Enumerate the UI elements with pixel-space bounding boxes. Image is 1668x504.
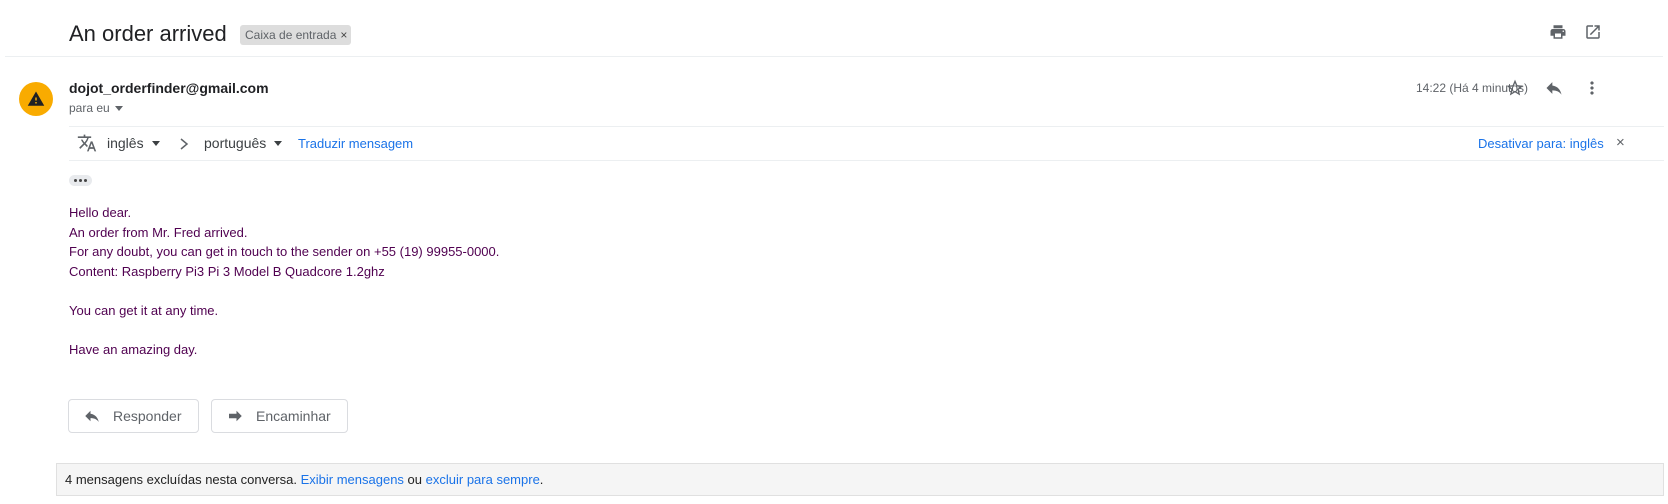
target-language-label: português [204, 135, 267, 151]
body-line: Content: Raspberry Pi3 Pi 3 Model B Quad… [69, 263, 385, 279]
reply-button[interactable]: Responder [68, 399, 199, 433]
translate-message-link[interactable]: Traduzir mensagem [298, 136, 413, 151]
chevron-down-icon [274, 140, 283, 146]
chevron-right-icon [178, 137, 190, 151]
sender-email[interactable]: dojot_orderfinder@gmail.com [69, 79, 269, 97]
show-messages-link[interactable]: Exibir mensagens [301, 472, 404, 487]
label-chip-text: Caixa de entrada [245, 28, 337, 42]
reply-icon[interactable] [1541, 75, 1567, 101]
translate-bar-bottom-divider [69, 160, 1664, 161]
chevron-down-icon [151, 140, 160, 146]
body-line: For any doubt, you can get in touch to t… [69, 244, 500, 260]
deleted-messages-text: 4 mensagens excluídas nesta conversa. [65, 472, 297, 487]
body-line: An order from Mr. Fred arrived. [69, 224, 248, 240]
label-chip-inbox[interactable]: Caixa de entrada × [240, 25, 352, 45]
forward-icon [229, 410, 242, 422]
target-language-select[interactable]: português [204, 135, 283, 151]
body-line: You can get it at any time. [69, 302, 219, 318]
translate-icon [77, 133, 97, 153]
deleted-messages-bar: 4 mensagens excluídas nesta conversa. Ex… [56, 463, 1664, 496]
body-line: Hello dear. [69, 205, 132, 220]
translate-bar-top-divider [69, 126, 1664, 127]
avatar[interactable] [19, 82, 53, 116]
print-icon[interactable] [1545, 19, 1571, 45]
delete-forever-link[interactable]: excluir para sempre [426, 472, 540, 487]
remove-label-icon[interactable]: × [340, 25, 347, 45]
warning-icon [27, 91, 45, 106]
more-vert-icon[interactable] [1579, 75, 1605, 101]
message-body: Hello dear. An order from Mr. Fred arriv… [69, 203, 499, 360]
source-language-select[interactable]: inglês [107, 135, 160, 151]
reply-icon [85, 410, 99, 422]
period-text: . [539, 472, 544, 487]
show-trimmed-content-button[interactable] [69, 175, 92, 186]
email-subject: An order arrived [69, 21, 227, 46]
forward-button[interactable]: Encaminhar [211, 399, 348, 433]
reply-button-label: Responder [113, 408, 182, 424]
close-translate-bar-icon[interactable]: × [1616, 134, 1625, 151]
body-line: Have an amazing day. [69, 342, 198, 358]
header-divider [5, 56, 1663, 57]
recipient-label: para eu [69, 101, 110, 115]
chevron-down-icon [114, 105, 123, 111]
open-in-new-window-icon[interactable] [1580, 19, 1606, 45]
disable-translation-link[interactable]: Desativar para: inglês [1478, 136, 1604, 151]
source-language-label: inglês [107, 135, 144, 151]
recipient-details-toggle[interactable]: para eu [69, 101, 123, 115]
forward-button-label: Encaminhar [256, 408, 331, 424]
star-icon[interactable] [1502, 75, 1528, 101]
or-text: ou [407, 472, 423, 487]
